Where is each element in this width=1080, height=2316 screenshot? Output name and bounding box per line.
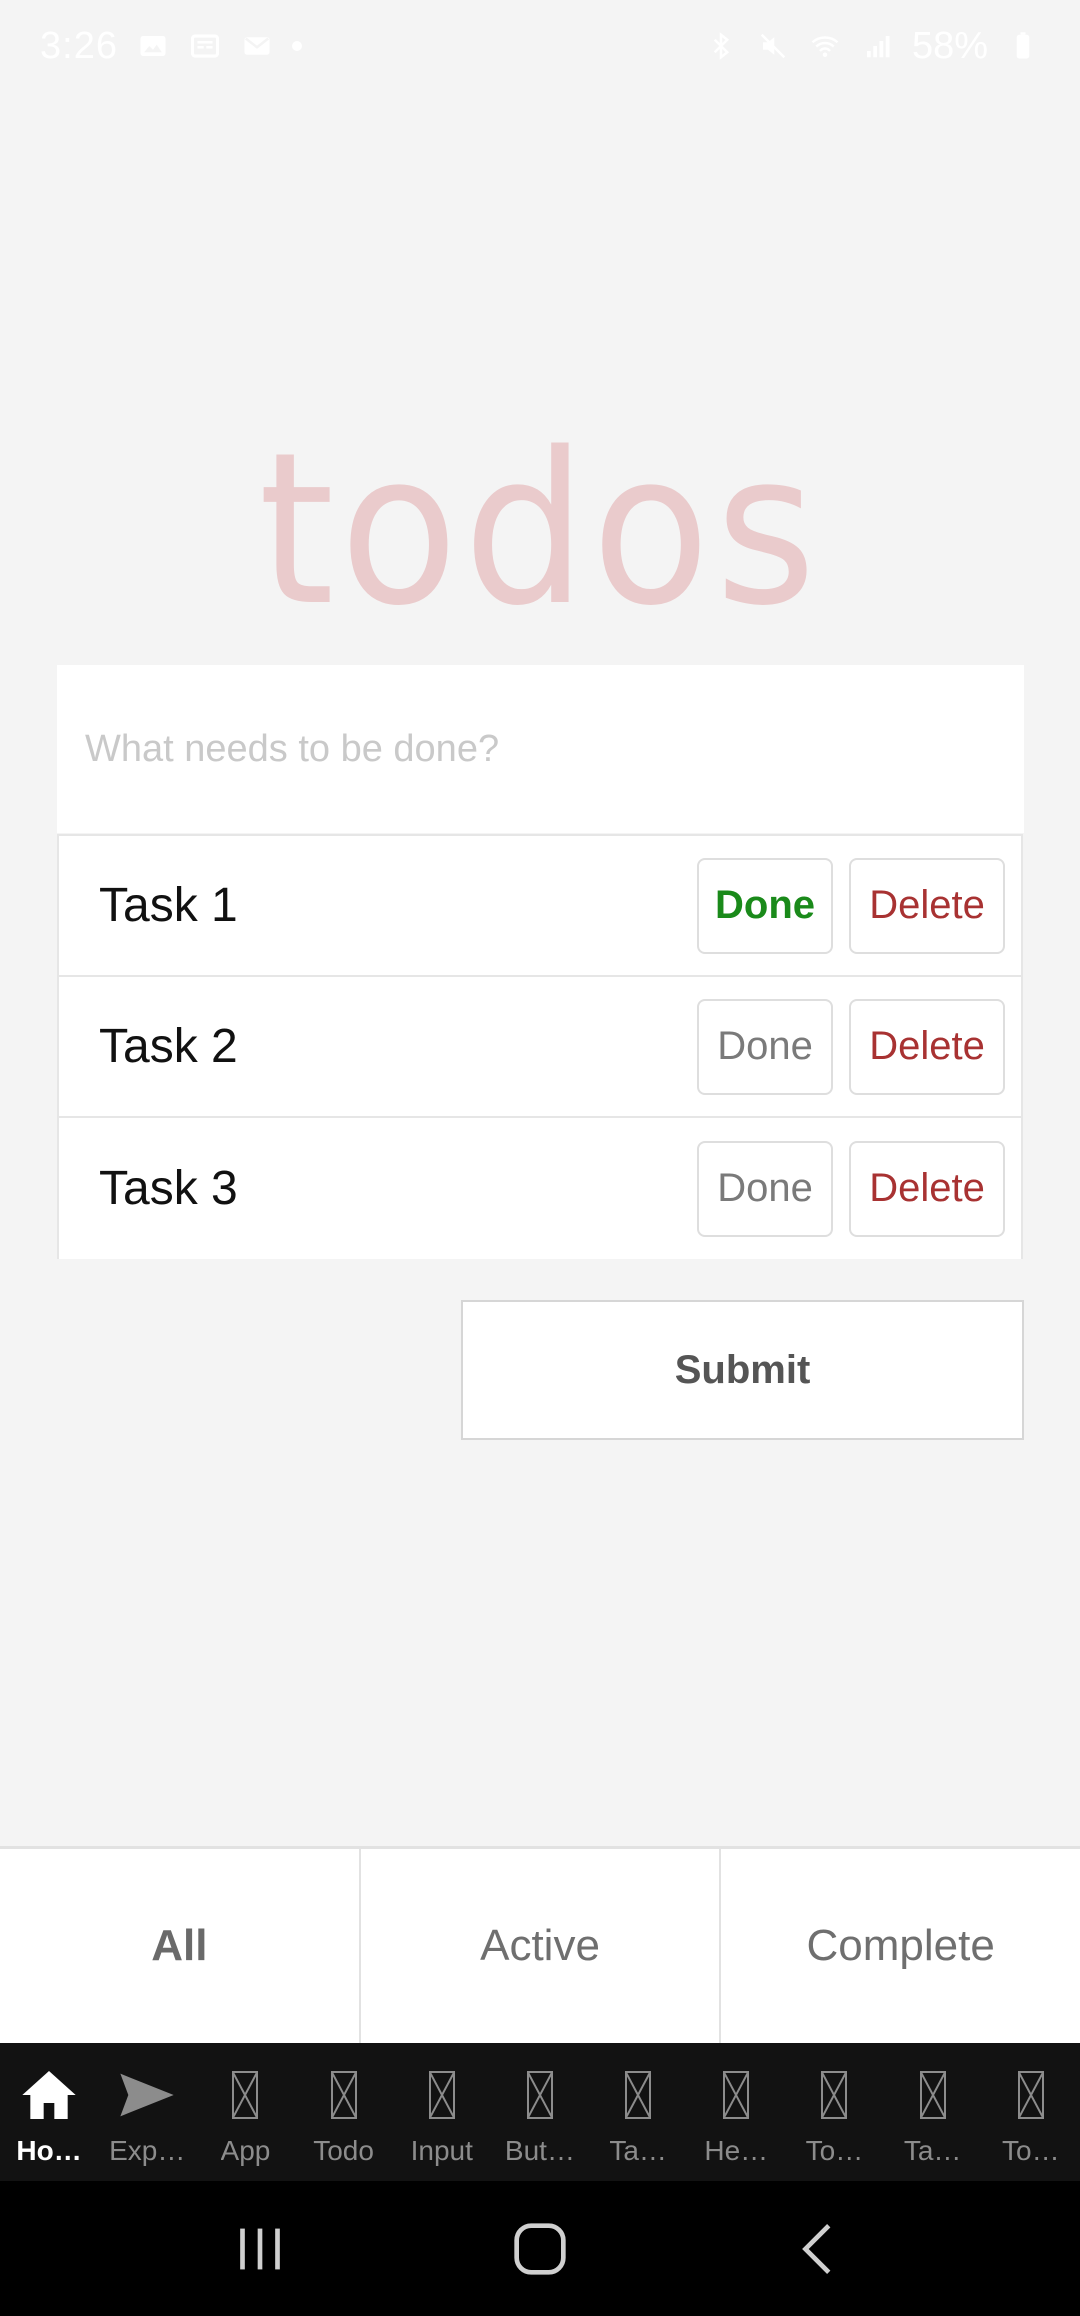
- tab-label: Ta…: [903, 2135, 962, 2166]
- new-todo-input[interactable]: [57, 665, 1024, 833]
- tab-label: To…: [805, 2135, 864, 2166]
- send-icon: [111, 2063, 183, 2127]
- bottom-tab-bar: Ho… Exp… App Todo Input But… Ta… He… To……: [0, 2043, 1080, 2181]
- tab-label: To…: [1002, 2135, 1060, 2166]
- app-title: todos: [43, 425, 1037, 635]
- missing-glyph-icon: [232, 2071, 259, 2119]
- tab-explore[interactable]: Exp…: [98, 2043, 196, 2181]
- tab-label: Todo: [313, 2135, 374, 2166]
- image-icon: [136, 31, 170, 61]
- news-icon: [188, 31, 222, 61]
- tab-label: He…: [704, 2135, 769, 2166]
- missing-glyph-icon: [428, 2071, 455, 2119]
- system-nav-bar: [0, 2181, 1080, 2316]
- status-right: 58%: [704, 25, 1040, 68]
- todo-label: Task 2: [99, 1020, 238, 1073]
- tab-label: Ta…: [609, 2135, 667, 2166]
- missing-glyph-icon: [526, 2071, 553, 2119]
- tab-label: But…: [504, 2135, 575, 2166]
- missing-glyph-icon: [821, 2071, 848, 2119]
- recents-icon[interactable]: [225, 2214, 295, 2284]
- missing-glyph-icon: [919, 2071, 946, 2119]
- done-button[interactable]: Done: [697, 998, 833, 1095]
- tab-home[interactable]: Ho…: [0, 2043, 98, 2181]
- home-icon: [13, 2063, 85, 2127]
- tab-label: Exp…: [109, 2135, 186, 2166]
- tab-input[interactable]: Input: [393, 2043, 491, 2181]
- status-left: 3:26: [40, 25, 302, 68]
- bluetooth-icon: [704, 31, 738, 61]
- delete-button[interactable]: Delete: [849, 1140, 1005, 1237]
- tab-label: Ho…: [16, 2135, 82, 2166]
- filter-active[interactable]: Active: [361, 1849, 722, 2043]
- signal-icon: [860, 31, 894, 61]
- tab-he[interactable]: He…: [687, 2043, 785, 2181]
- todo-list: Task 1 Done Delete Task 2 Done Delete Ta…: [57, 834, 1023, 1259]
- done-button[interactable]: Done: [697, 857, 833, 954]
- delete-button[interactable]: Delete: [849, 857, 1005, 954]
- tab-todo[interactable]: Todo: [295, 2043, 393, 2181]
- tab-ta-1[interactable]: Ta…: [589, 2043, 687, 2181]
- submit-button[interactable]: Submit: [461, 1300, 1024, 1440]
- missing-glyph-icon: [723, 2071, 750, 2119]
- todo-label: Task 3: [99, 1162, 238, 1215]
- missing-glyph-icon: [1017, 2071, 1044, 2119]
- todo-row: Task 1 Done Delete: [59, 836, 1021, 977]
- mute-icon: [756, 31, 790, 61]
- missing-glyph-icon: [330, 2071, 357, 2119]
- filter-bar: All Active Complete: [0, 1846, 1080, 2043]
- home-nav-icon[interactable]: [505, 2214, 575, 2284]
- tab-ta-2[interactable]: Ta…: [884, 2043, 982, 2181]
- delete-button[interactable]: Delete: [849, 998, 1005, 1095]
- dot-icon: [291, 41, 302, 51]
- battery-text: 58%: [911, 24, 988, 67]
- tab-app[interactable]: App: [196, 2043, 294, 2181]
- wifi-icon: [808, 31, 842, 61]
- done-button[interactable]: Done: [697, 1140, 833, 1237]
- battery-icon: [1006, 31, 1040, 61]
- filter-all[interactable]: All: [0, 1849, 361, 2043]
- status-bar: 3:26 58%: [0, 0, 1080, 92]
- status-time: 3:26: [40, 24, 118, 67]
- tab-buttons[interactable]: But…: [491, 2043, 589, 2181]
- mail-icon: [240, 31, 274, 61]
- todo-row: Task 2 Done Delete: [59, 977, 1021, 1118]
- back-icon[interactable]: [785, 2214, 855, 2284]
- missing-glyph-icon: [625, 2071, 652, 2119]
- tab-label: Input: [410, 2135, 473, 2166]
- app-title-text: todos: [258, 407, 822, 652]
- tab-to-1[interactable]: To…: [785, 2043, 883, 2181]
- todo-row: Task 3 Done Delete: [59, 1118, 1021, 1259]
- tab-to-2[interactable]: To…: [982, 2043, 1080, 2181]
- tab-label: App: [220, 2135, 271, 2166]
- todo-label: Task 1: [99, 879, 238, 932]
- filter-complete[interactable]: Complete: [721, 1849, 1080, 2043]
